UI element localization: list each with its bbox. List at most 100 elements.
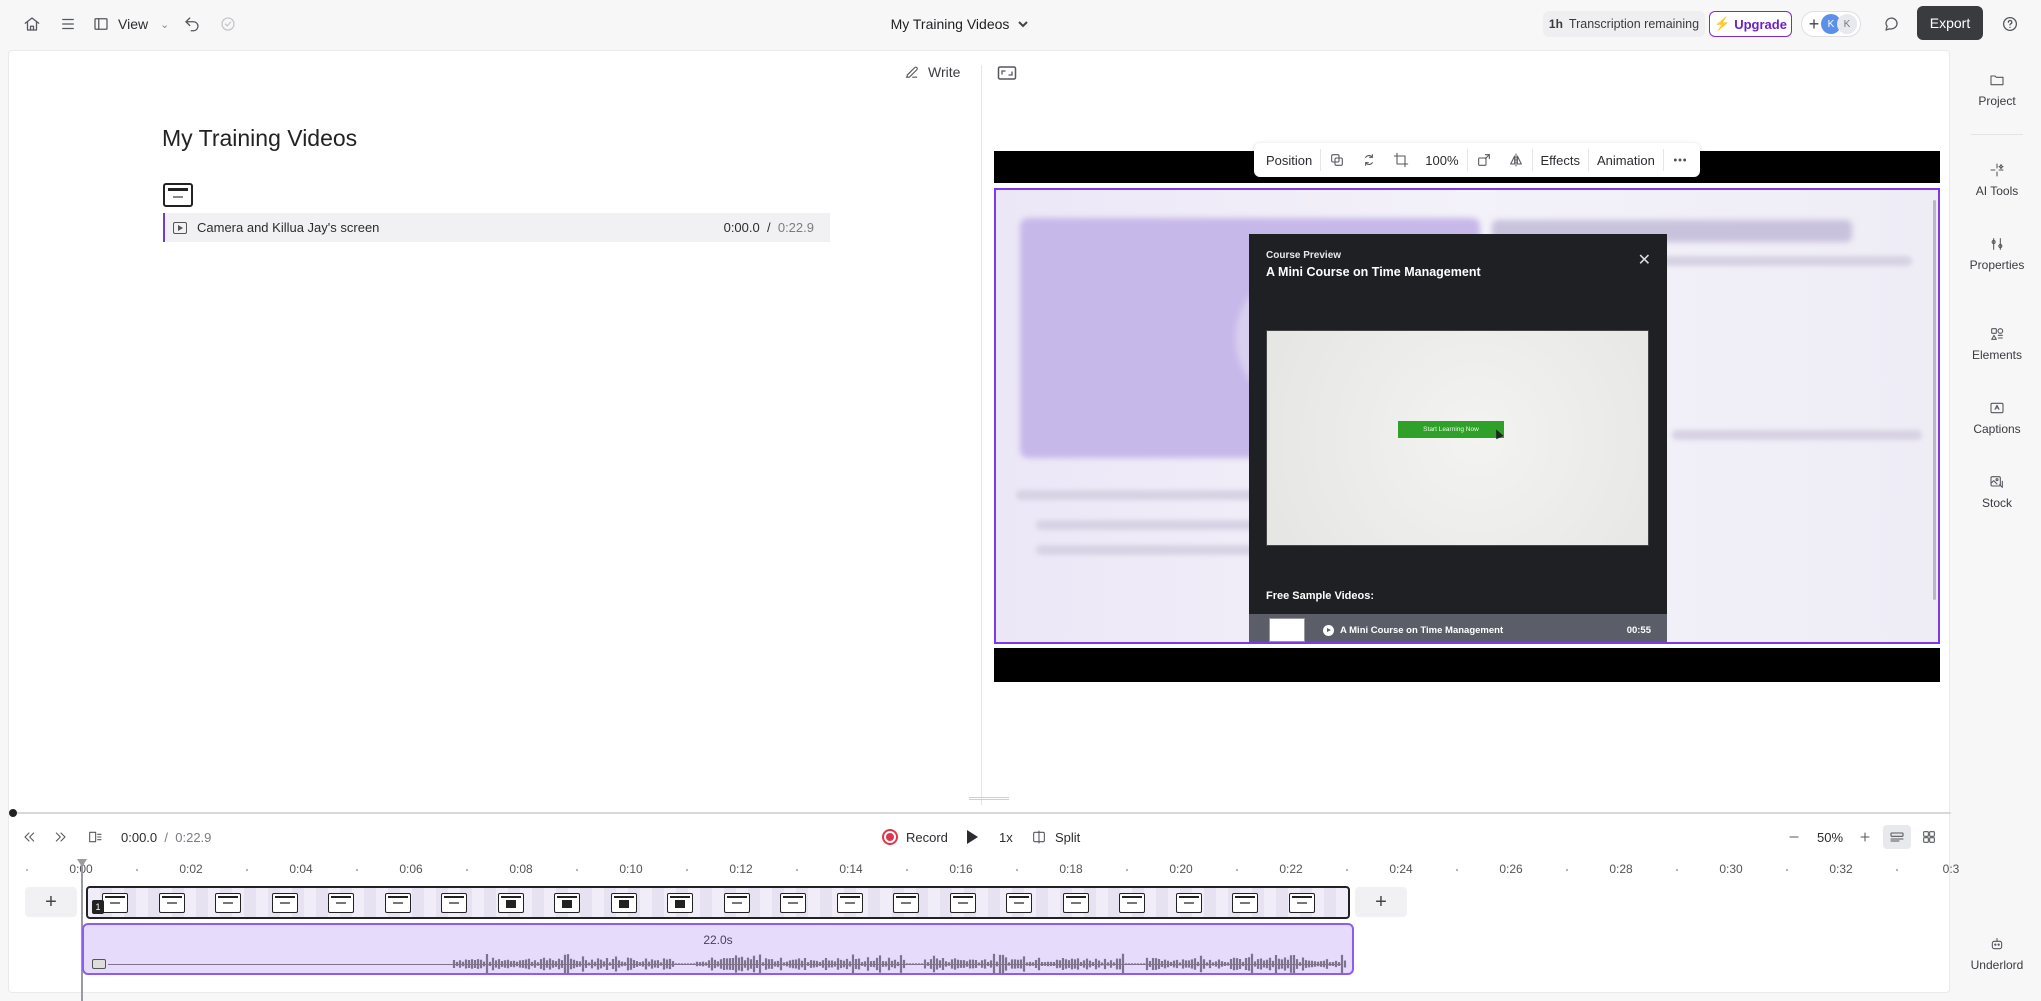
playback-speed-button[interactable]: 1x	[999, 825, 1013, 849]
sparkle-icon	[1990, 163, 2004, 177]
ruler-tick-mark	[136, 869, 138, 871]
write-button[interactable]: Write	[903, 63, 960, 80]
skip-back-icon[interactable]	[21, 825, 37, 849]
timeline-ruler[interactable]: 0:000:020:040:060:080:100:120:140:160:18…	[9, 859, 1959, 881]
ruler-tick-label: 0:08	[509, 862, 533, 876]
sidebar-item-ai-tools[interactable]: AI Tools	[1953, 162, 2041, 198]
zoom-out-icon[interactable]	[1786, 825, 1802, 849]
position-button[interactable]: Position	[1258, 146, 1320, 174]
home-icon[interactable]	[20, 10, 44, 38]
track-view-toggle[interactable]	[1883, 825, 1911, 849]
course-preview-title: A Mini Course on Time Management	[1266, 265, 1481, 279]
audio-duration: 22.0s	[703, 933, 733, 947]
sidebar-item-project[interactable]: Project	[1953, 72, 2041, 108]
tracks-icon	[1890, 832, 1904, 842]
view-label: View	[118, 16, 149, 32]
skip-forward-icon[interactable]	[53, 825, 69, 849]
ruler-tick-label: 0:10	[619, 862, 643, 876]
document-title[interactable]: My Training Videos	[162, 125, 357, 152]
undo-icon[interactable]	[180, 10, 204, 38]
grid-view-toggle[interactable]	[1915, 825, 1943, 849]
replace-icon[interactable]	[1353, 146, 1385, 174]
total-time: 0:22.9	[175, 829, 212, 845]
audio-clip-track[interactable]: 22.0s	[82, 923, 1354, 975]
play-icon	[967, 830, 978, 844]
animation-button[interactable]: Animation	[1589, 146, 1663, 174]
chapters-icon[interactable]	[87, 825, 103, 849]
play-button[interactable]	[967, 825, 978, 849]
playback-progress-handle[interactable]	[9, 809, 17, 817]
panel-resize-handle[interactable]	[969, 797, 1009, 800]
clip-thumbnail	[610, 893, 637, 913]
sidebar-item-label: Elements	[1971, 348, 2023, 362]
sidebar-item-label: AI Tools	[1975, 184, 2019, 198]
sidebar-item-label: Captions	[1973, 422, 2021, 436]
ruler-tick-label: 0:30	[1719, 862, 1743, 876]
sidebar-item-captions[interactable]: Captions	[1953, 400, 2041, 436]
sliders-icon	[1991, 238, 2003, 250]
transcription-remaining-badge[interactable]: 1h Transcription remaining	[1543, 11, 1705, 37]
comments-icon[interactable]	[1880, 10, 1904, 38]
ruler-tick-mark	[246, 869, 248, 871]
clip-thumbnail	[1119, 893, 1145, 913]
pen-icon	[905, 66, 918, 78]
menu-icon[interactable]	[56, 10, 80, 38]
underlord-label: Underlord	[1970, 958, 2024, 972]
ruler-tick-label: 0:06	[399, 862, 423, 876]
video-canvas[interactable]: Course Preview A Mini Course on Time Man…	[994, 188, 1940, 644]
add-track-button[interactable]: +	[25, 887, 77, 917]
project-title-dropdown[interactable]: My Training Videos	[880, 10, 1040, 38]
clip-thumbnail	[949, 893, 976, 913]
layer-order-icon[interactable]	[1321, 146, 1353, 174]
view-menu-button[interactable]: View ⌄	[92, 10, 169, 38]
ruler-tick-mark	[686, 869, 688, 871]
ruler-tick-mark	[1786, 869, 1788, 871]
upgrade-button[interactable]: ⚡ Upgrade	[1709, 11, 1792, 37]
zoom-level[interactable]: 100%	[1417, 146, 1466, 174]
avatar: K	[1837, 14, 1857, 34]
clip-thumbnail	[497, 893, 524, 913]
ruler-tick-mark	[576, 869, 578, 871]
ruler-tick-mark	[1346, 869, 1348, 871]
timeline-zoom-level: 50%	[1817, 829, 1844, 845]
scene-thumbnail[interactable]	[163, 183, 193, 207]
split-button[interactable]: Split	[1031, 825, 1080, 849]
clip-thumbnail	[1175, 893, 1202, 913]
ruler-tick-label: 0:26	[1499, 862, 1523, 876]
effects-button[interactable]: Effects	[1533, 146, 1589, 174]
help-icon[interactable]	[1998, 10, 2022, 38]
audio-waveform	[452, 953, 1347, 973]
ruler-tick-mark	[1456, 869, 1458, 871]
clip-thumbnail	[836, 893, 863, 913]
flip-icon[interactable]	[1500, 146, 1532, 174]
chevron-down-icon	[1018, 21, 1029, 28]
add-clip-button[interactable]: +	[1355, 887, 1407, 917]
script-clip-row[interactable]: Camera and Killua Jay's screen 0:00.0 / …	[163, 213, 830, 242]
canvas-scrollbar[interactable]	[1933, 200, 1936, 600]
sidebar-item-elements[interactable]: Elements	[1953, 326, 2041, 362]
sidebar-item-stock[interactable]: Stock	[1953, 474, 2041, 510]
ruler-tick-mark	[1566, 869, 1568, 871]
sidebar-item-properties[interactable]: Properties	[1953, 236, 2041, 272]
current-time: 0:00.0	[121, 829, 158, 845]
underlord-button[interactable]: Underlord	[1953, 936, 2041, 972]
export-button[interactable]: Export	[1917, 6, 1983, 40]
resize-icon[interactable]	[1468, 146, 1500, 174]
crop-icon[interactable]	[1385, 146, 1417, 174]
right-sidebar: Project AI Tools Properties Elements Cap…	[1953, 56, 2041, 1001]
ruler-tick-label: 0:20	[1169, 862, 1193, 876]
split-icon	[1033, 830, 1045, 844]
ruler-tick-mark	[26, 869, 28, 871]
collaborators-button[interactable]: + K K	[1801, 11, 1861, 37]
video-clip-track[interactable]: 1	[86, 886, 1350, 919]
playback-progress-track[interactable]	[13, 812, 1951, 814]
clip-thumbnail	[1006, 893, 1032, 913]
lightning-icon: ⚡	[1714, 16, 1731, 31]
zoom-in-icon[interactable]	[1857, 825, 1873, 849]
sample-video-duration: 00:55	[1626, 624, 1651, 636]
panel-divider[interactable]	[981, 65, 982, 805]
aspect-ratio-icon[interactable]	[997, 65, 1017, 81]
ruler-tick-label: 0:32	[1829, 862, 1853, 876]
record-button[interactable]: Record	[882, 825, 948, 849]
more-options-icon[interactable]	[1664, 146, 1696, 174]
